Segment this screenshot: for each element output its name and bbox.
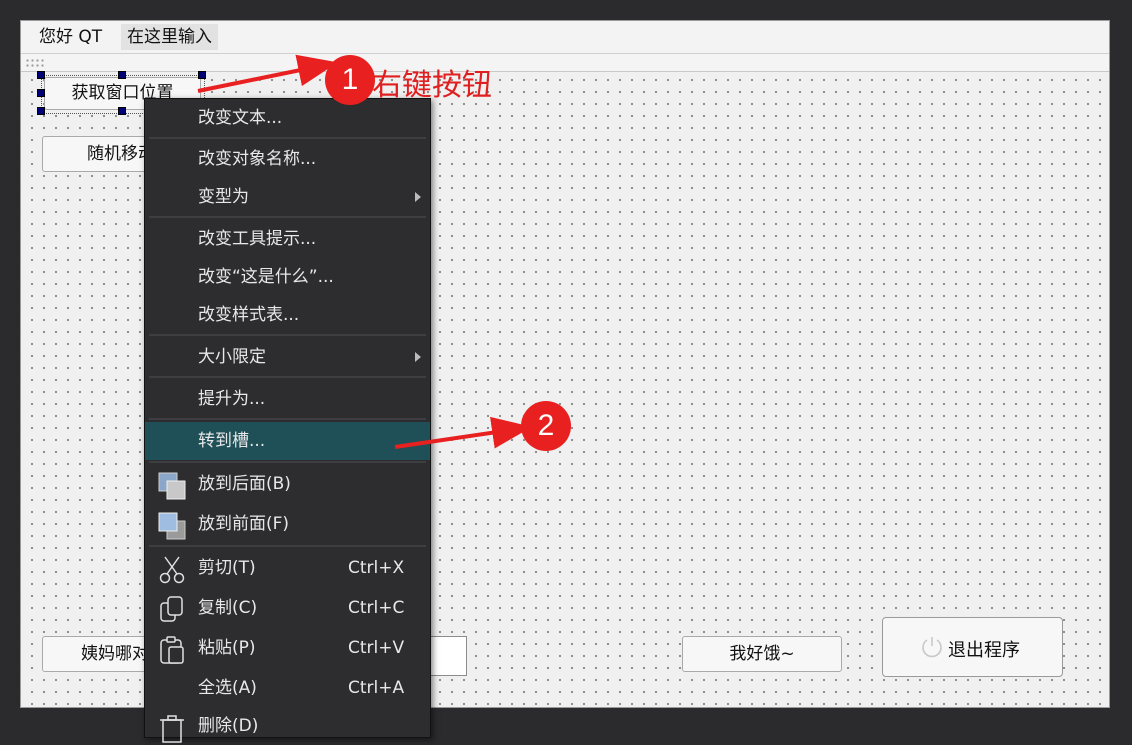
annotation-right-click-text: 右键按钮 [372,68,492,103]
annotation-arrows [197,54,532,449]
annotation-step-2: 2 [521,401,571,451]
annotation-step-1: 1 [325,55,375,105]
annotation-arrow-2 [394,416,532,449]
annotation-arrow-1 [197,54,338,93]
